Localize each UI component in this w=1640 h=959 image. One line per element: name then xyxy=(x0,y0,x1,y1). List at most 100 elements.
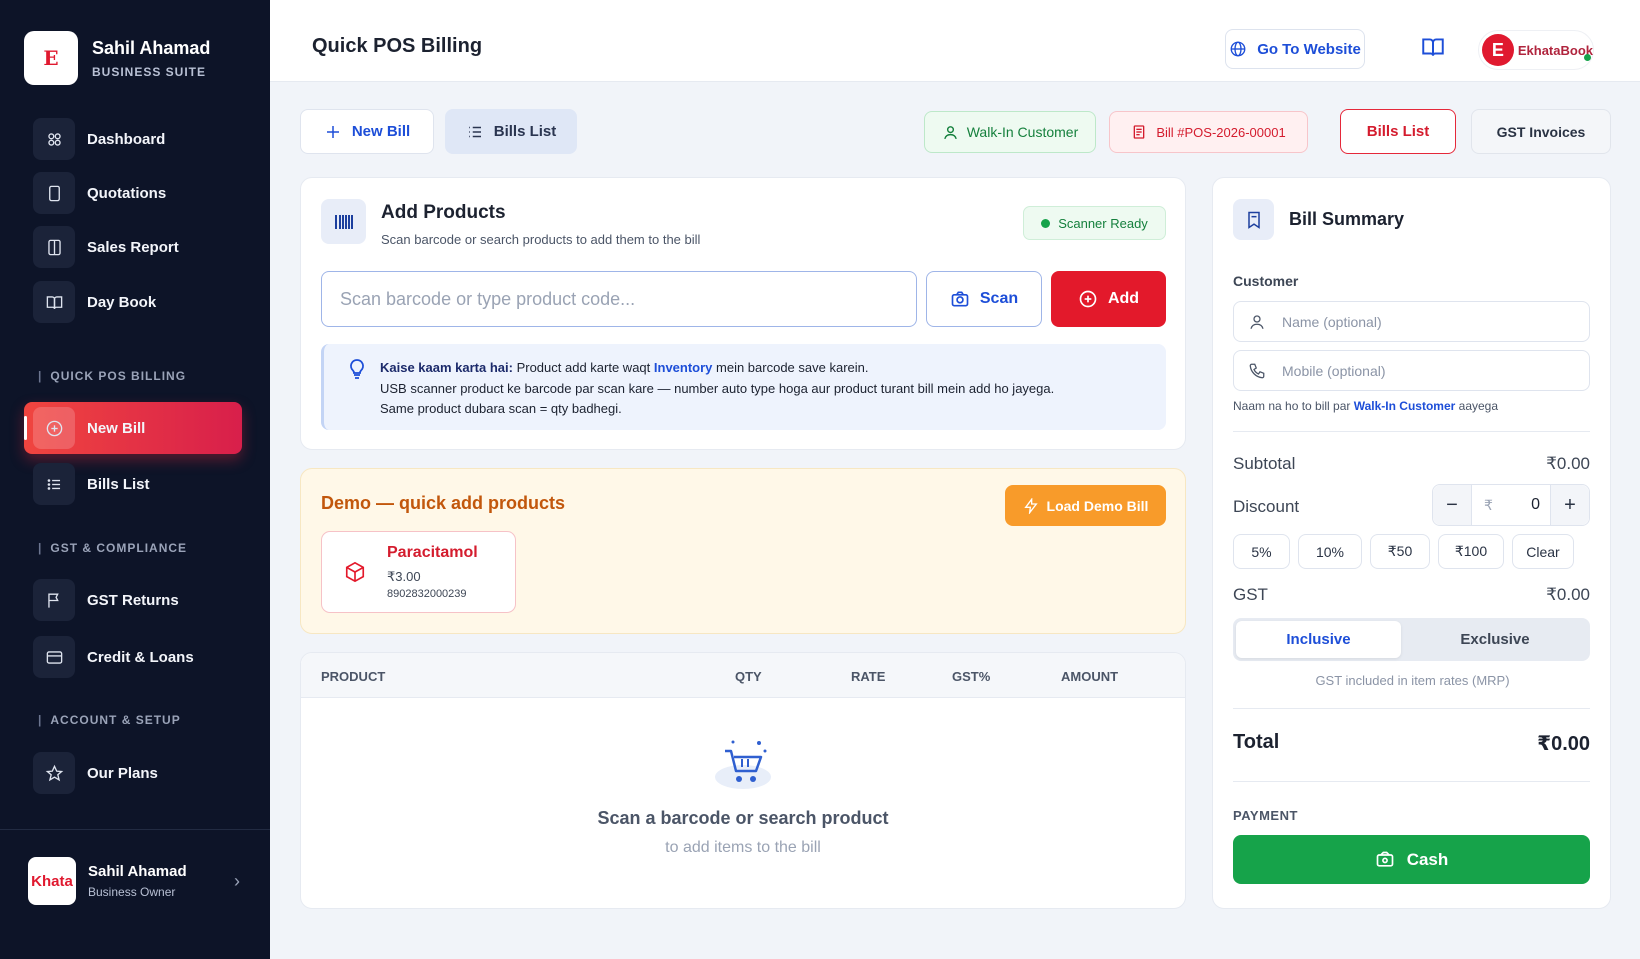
demo-product-name: Paracitamol xyxy=(387,544,478,561)
user-role: Business Owner xyxy=(88,885,176,899)
discount-chip-10-percent[interactable]: 10% xyxy=(1298,534,1362,569)
top-bar: Quick POS Billing Go To Website E Ekhata… xyxy=(270,0,1640,82)
add-products-card: Add Products Scan barcode or search prod… xyxy=(300,177,1186,450)
user-icon xyxy=(943,125,957,139)
sidebar-item-credit-loans[interactable]: Credit & Loans xyxy=(24,631,242,683)
bill-number-pill: Bill #POS-2026-00001 xyxy=(1109,111,1308,153)
gst-exclusive-option[interactable]: Exclusive xyxy=(1403,621,1587,658)
demo-product-barcode: 8902832000239 xyxy=(387,588,467,600)
customer-pill[interactable]: Walk-In Customer xyxy=(924,111,1096,153)
new-bill-button[interactable]: New Bill xyxy=(300,109,434,154)
gst-note: GST included in item rates (MRP) xyxy=(1315,673,1510,688)
discount-label: Discount xyxy=(1233,497,1300,516)
gst-invoices-button[interactable]: GST Invoices xyxy=(1471,109,1611,154)
status-dot xyxy=(1041,218,1051,228)
help-info-box: Kaise kaam karta hai: Product add karte … xyxy=(321,344,1166,430)
cart-icon xyxy=(715,740,771,789)
demo-product-card[interactable]: Paracitamol ₹3.00 8902832000239 xyxy=(321,531,516,613)
gst-inclusive-option[interactable]: Inclusive xyxy=(1236,621,1401,658)
sidebar-item-day-book[interactable]: Day Book xyxy=(24,276,242,328)
discount-input[interactable]: ₹ 0 xyxy=(1472,485,1550,525)
brand-badge-name: EkhataBook xyxy=(1517,42,1593,58)
add-button[interactable]: Add xyxy=(1051,271,1166,327)
column-header-qty: QTY xyxy=(735,669,762,684)
barcode-icon xyxy=(321,199,366,244)
sidebar-item-our-plans[interactable]: Our Plans xyxy=(24,747,242,799)
subtotal-label: Subtotal xyxy=(1233,454,1296,473)
list-icon xyxy=(33,463,75,505)
barcode-input[interactable] xyxy=(321,271,917,327)
inventory-link[interactable]: Inventory xyxy=(654,360,713,375)
star-icon xyxy=(33,752,75,794)
bill-items-table: PRODUCT QTY RATE GST% AMOUNT Scan a barc… xyxy=(300,652,1186,909)
total-label: Total xyxy=(1233,731,1280,753)
sidebar-item-bills-list[interactable]: Bills List xyxy=(24,458,242,510)
scan-button[interactable]: Scan xyxy=(926,271,1042,327)
online-status-dot xyxy=(1584,54,1591,61)
book-open-icon xyxy=(1422,38,1444,56)
sidebar-item-label: Credit & Loans xyxy=(87,648,194,666)
plus-icon xyxy=(326,125,339,138)
divider xyxy=(1233,431,1590,432)
discount-decrement-button[interactable]: − xyxy=(1433,485,1472,525)
sidebar-item-label: Bills List xyxy=(87,475,150,493)
guide-book-button[interactable] xyxy=(1420,34,1446,65)
discount-increment-button[interactable]: + xyxy=(1550,485,1589,525)
load-demo-bill-button[interactable]: Load Demo Bill xyxy=(1005,485,1166,526)
cash-button[interactable]: Cash xyxy=(1233,835,1590,884)
discount-clear-button[interactable]: Clear xyxy=(1512,534,1574,569)
sidebar-item-sales-report[interactable]: Sales Report xyxy=(24,221,242,273)
gst-value: ₹0.00 xyxy=(1546,585,1590,604)
brand-logo: E xyxy=(24,31,78,85)
plus-circle-icon xyxy=(1079,290,1097,308)
sidebar-item-label: New Bill xyxy=(87,419,146,437)
demo-title: Demo — quick add products xyxy=(321,493,566,513)
customer-name-input[interactable] xyxy=(1282,302,1582,341)
customer-mobile-input[interactable] xyxy=(1282,351,1582,390)
customer-mobile-field[interactable] xyxy=(1233,350,1590,391)
customer-label: Customer xyxy=(1233,273,1299,289)
table-header: PRODUCT QTY RATE GST% AMOUNT xyxy=(301,653,1185,698)
cash-icon xyxy=(1376,851,1394,867)
brand[interactable]: E Sahil Ahamad BUSINESS SUITE xyxy=(24,31,210,85)
chevron-right-icon: › xyxy=(234,871,240,891)
column-header-rate: RATE xyxy=(851,669,886,684)
discount-chip-5-percent[interactable]: 5% xyxy=(1233,534,1290,569)
plus-circle-icon xyxy=(33,407,75,449)
user-profile[interactable]: Khata Sahil Ahamad Business Owner › xyxy=(28,857,240,905)
rupee-icon: ₹ xyxy=(1484,496,1493,513)
flag-icon xyxy=(33,579,75,621)
customer-name-field[interactable] xyxy=(1233,301,1590,342)
brand-badge[interactable]: E EkhataBook xyxy=(1478,30,1594,70)
sidebar-item-label: Sales Report xyxy=(87,238,179,256)
discount-chip-50[interactable]: ₹50 xyxy=(1370,534,1430,569)
demo-product-price: ₹3.00 xyxy=(387,569,421,584)
bills-list-tab[interactable]: Bills List xyxy=(445,109,577,154)
book-icon xyxy=(33,281,75,323)
dashboard-icon xyxy=(33,118,75,160)
help-info-text: Kaise kaam karta hai: Product add karte … xyxy=(380,360,1055,416)
bill-summary-card: Bill Summary Customer Naam na ho to bill… xyxy=(1212,177,1611,909)
gst-label: GST xyxy=(1233,585,1268,604)
add-products-subtitle: Scan barcode or search products to add t… xyxy=(381,232,701,247)
go-to-website-button[interactable]: Go To Website xyxy=(1225,29,1365,69)
sidebar-divider xyxy=(0,829,270,830)
discount-chip-100[interactable]: ₹100 xyxy=(1438,534,1504,569)
avatar: Khata xyxy=(28,857,76,905)
empty-state: Scan a barcode or search product to add … xyxy=(301,733,1185,857)
camera-icon xyxy=(951,291,969,307)
quotation-icon xyxy=(33,172,75,214)
lightning-icon xyxy=(1023,497,1038,514)
discount-value: 0 xyxy=(1531,496,1540,513)
sidebar-item-label: Day Book xyxy=(87,293,157,311)
sidebar-item-dashboard[interactable]: Dashboard xyxy=(24,113,242,165)
sidebar-item-new-bill[interactable]: New Bill xyxy=(24,402,242,454)
section-label-pos: QUICK POS BILLING xyxy=(38,369,186,383)
divider xyxy=(1233,708,1590,709)
sidebar-item-quotations[interactable]: Quotations xyxy=(24,167,242,219)
sidebar-item-gst-returns[interactable]: GST Returns xyxy=(24,574,242,626)
bills-list-button[interactable]: Bills List xyxy=(1340,109,1456,154)
sidebar-item-label: Dashboard xyxy=(87,130,166,148)
page-title: Quick POS Billing xyxy=(312,35,483,57)
user-name: Sahil Ahamad xyxy=(88,863,187,880)
